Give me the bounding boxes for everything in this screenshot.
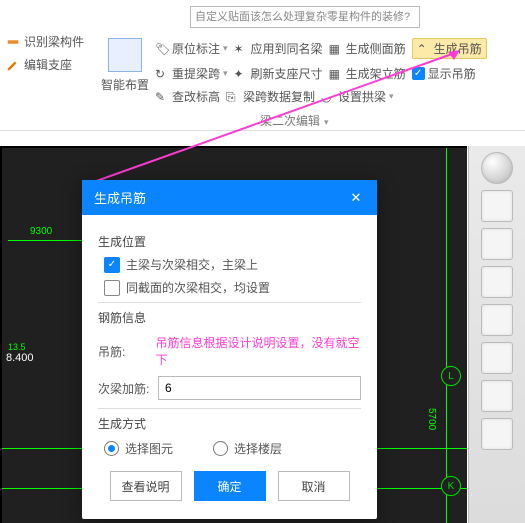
cube-3d-icon[interactable] [481,190,513,222]
elev-text: 13.5 [8,342,26,352]
copy-span-button[interactable]: ⎘梁跨数据复制 [226,88,315,105]
dim-vert: 5700 [426,408,437,430]
grid-toggle-icon[interactable] [481,418,513,450]
ribbon-group-label: 梁二次编辑 [260,112,329,129]
gen-diaojin-dialog: 生成吊筋 ✕ 生成位置 ✓主梁与次梁相交，主梁上 同截面的次梁相交，均设置 钢筋… [82,180,377,519]
gen-side-button[interactable]: ▦生成侧面筋 [329,38,406,59]
arch-icon: ◡ [321,90,335,104]
checkbox-on-icon: ✓ [412,67,425,80]
axis-label-l: L [441,366,461,386]
edit-support-label: 编辑支座 [24,56,72,73]
radio-select-element[interactable]: 选择图元 [104,440,173,457]
diaojin-label: 吊筋: [98,343,147,360]
gen-diaojin-button[interactable]: ⌃生成吊筋 [412,38,487,59]
radio-select-floor[interactable]: 选择楼层 [213,440,282,457]
side-icon: ▦ [329,42,343,56]
diaojin-note: 吊筋信息根据设计说明设置，没有就空下 [155,334,361,368]
set-arch-button[interactable]: ◡设置拱梁▾ [321,88,394,105]
cube-section-icon[interactable] [481,342,513,374]
refresh-support-button[interactable]: ✦刷新支座尺寸 [234,65,323,82]
cube-wire-icon[interactable] [481,304,513,336]
close-icon[interactable]: ✕ [347,189,365,207]
apply-icon: ✶ [234,42,248,56]
edit-support-button[interactable]: 编辑支座 [0,53,95,76]
cancel-button[interactable]: 取消 [278,471,350,501]
orbit-icon[interactable] [481,152,513,184]
pencil-icon [6,58,20,72]
diaojin-icon: ⌃ [417,42,431,56]
identify-beam-button[interactable]: 识别梁构件 [0,30,95,53]
view-toolbar [468,146,525,523]
smart-layout-button[interactable]: 智能布置 [100,38,150,93]
hint-box: 自定义贴面该怎么处理复杂零星构件的装修? [190,6,420,28]
beam-icon [6,35,20,49]
radio-off-icon [213,441,228,456]
elev-icon: ✎ [155,90,169,104]
section-rebar: 钢筋信息 [98,309,361,326]
reload-icon: ↻ [155,67,169,81]
coord-text: 8.400 [6,352,34,364]
checkbox-on-icon: ✓ [104,257,120,273]
ok-button[interactable]: 确定 [194,471,266,501]
gen-frame-button[interactable]: ▦生成架立筋 [329,65,406,82]
opt-same-section[interactable]: 同截面的次梁相交，均设置 [104,279,361,296]
radio-on-icon [104,441,119,456]
section-position: 生成位置 [98,233,361,250]
apply-same-button[interactable]: ✶应用到同名梁 [234,38,323,59]
section-mode: 生成方式 [98,415,361,432]
dialog-titlebar[interactable]: 生成吊筋 ✕ [82,180,377,215]
origin-annot-button[interactable]: 🏷原位标注▾ [155,38,228,59]
check-elev-button[interactable]: ✎查改标高 [155,88,220,105]
separator [0,130,525,131]
divider [98,302,361,303]
identify-beam-label: 识别梁构件 [24,33,84,50]
frame-icon: ▦ [329,67,343,81]
refresh-icon: ✦ [234,67,248,81]
cube-top-icon[interactable] [481,228,513,260]
tag-icon: 🏷 [155,42,169,56]
grid-icon [108,38,142,72]
dim-text: 9300 [30,226,52,237]
cube-iso-icon[interactable] [481,266,513,298]
smart-layout-label: 智能布置 [101,78,149,92]
ciliang-input[interactable] [158,376,361,400]
checkbox-off-icon [104,280,120,296]
help-button[interactable]: 查看说明 [110,471,182,501]
opt-main-secondary[interactable]: ✓主梁与次梁相交，主梁上 [104,256,361,273]
layers-icon[interactable] [481,380,513,412]
axis-label-k: K [441,476,461,496]
grid-line-v [446,148,447,523]
divider [98,408,361,409]
copy-icon: ⎘ [226,90,240,104]
show-diaojin-toggle[interactable]: ✓显示吊筋 [412,65,476,82]
reload-span-button[interactable]: ↻重提梁跨▾ [155,65,228,82]
ciliang-label: 次梁加筋: [98,380,150,397]
dialog-title-text: 生成吊筋 [94,188,146,207]
